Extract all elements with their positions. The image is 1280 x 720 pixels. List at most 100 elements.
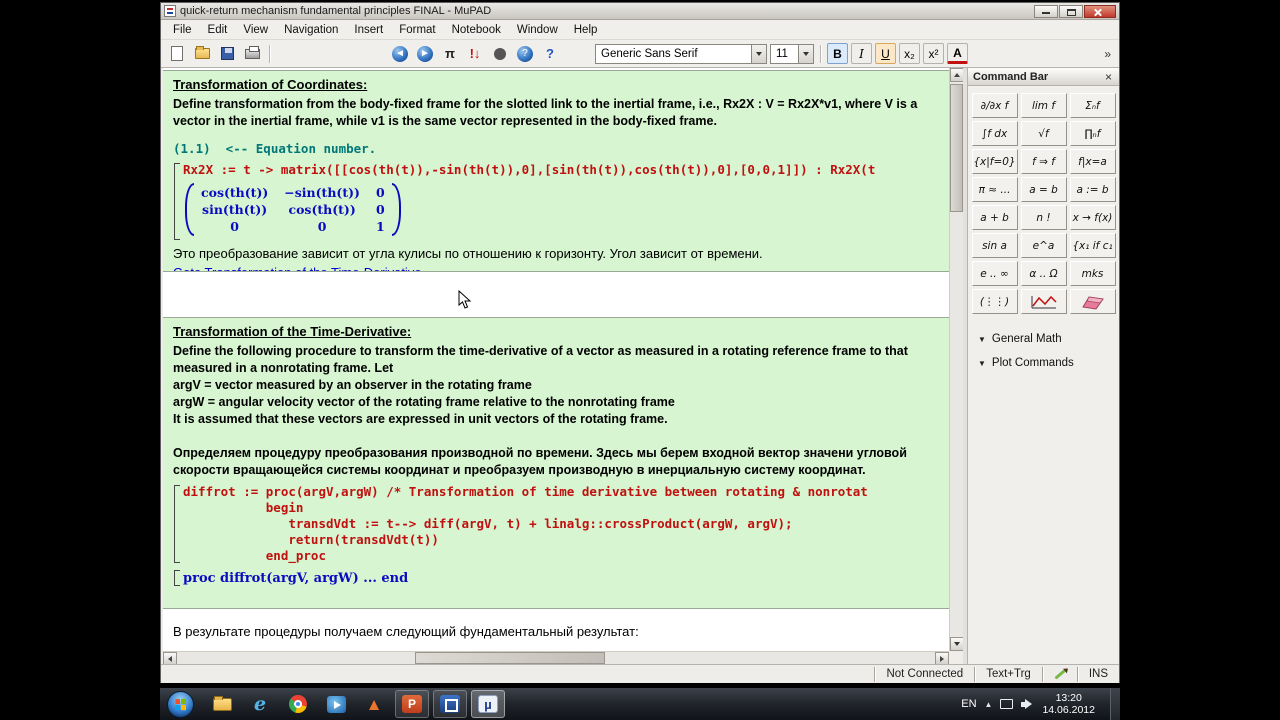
mupad-code-line[interactable]: diffrot := proc(argV,argW) /* Transforma… [183, 484, 941, 500]
new-notebook-button[interactable] [166, 43, 188, 65]
menu-format[interactable]: Format [391, 22, 443, 38]
italic-button[interactable]: I [851, 43, 872, 64]
cmd-evaluate-at-button[interactable]: f|x=a [1069, 149, 1116, 174]
menu-edit[interactable]: Edit [200, 22, 236, 38]
forward-button[interactable]: ► [414, 43, 436, 65]
menu-notebook[interactable]: Notebook [444, 22, 509, 38]
cmd-factorial-button[interactable]: n ! [1020, 205, 1067, 230]
cmd-diff-button[interactable]: ∂/∂x f [971, 93, 1018, 118]
cmd-piecewise-button[interactable]: {x₁ if c₁ [1069, 233, 1116, 258]
mupad-input-code[interactable]: Rx2X := t -> matrix([[cos(th(t)),-sin(th… [183, 162, 941, 178]
menu-view[interactable]: View [235, 22, 276, 38]
matrix-cell: 1 [375, 219, 385, 234]
subscript-button[interactable]: x₂ [899, 43, 920, 64]
taskbar-matlab[interactable]: ▲ [357, 690, 391, 718]
evaluate-symbol-button[interactable]: π [439, 43, 461, 65]
bold-button[interactable]: B [827, 43, 848, 64]
horizontal-scroll-thumb[interactable] [415, 652, 605, 664]
superscript-button[interactable]: x² [923, 43, 944, 64]
scroll-up-button[interactable] [950, 68, 964, 82]
taskbar-media-player[interactable] [319, 690, 353, 718]
menu-navigation[interactable]: Navigation [276, 22, 346, 38]
mupad-code-line[interactable]: end_proc [183, 548, 941, 564]
goto-time-derivative-link[interactable]: Goto Transformation of the Time-Derivati… [173, 265, 425, 271]
cmd-plot2d-button[interactable] [1020, 289, 1067, 314]
captured-screen: quick-return mechanism fundamental princ… [160, 0, 1120, 720]
mupad-code-line[interactable]: begin [183, 500, 941, 516]
cmd-equation-button[interactable]: a = b [1020, 177, 1067, 202]
cmd-function-button[interactable]: x → f(x) [1069, 205, 1116, 230]
font-family-select[interactable]: Generic Sans Serif [595, 43, 767, 64]
cmd-sqrt-button[interactable]: √f [1020, 121, 1067, 146]
hidden-icons-button[interactable]: ▲ [985, 700, 993, 709]
cmd-float-button[interactable]: π ≈ ... [971, 177, 1018, 202]
print-button[interactable] [241, 43, 263, 65]
cmd-integral-button[interactable]: ∫f dx [971, 121, 1018, 146]
mupad-code-line[interactable]: return(transdVdt(t)) [183, 532, 941, 548]
command-bar-header[interactable]: Command Bar × [968, 68, 1119, 86]
input-output-region[interactable]: Rx2X := t -> matrix([[cos(th(t)),-sin(th… [174, 162, 941, 241]
vertical-scroll-thumb[interactable] [950, 84, 963, 212]
font-color-button[interactable]: A [947, 43, 968, 64]
context-help-button[interactable]: ? [539, 43, 561, 65]
maximize-button[interactable] [1059, 4, 1083, 18]
command-bar-close-button[interactable]: × [1103, 71, 1114, 83]
taskbar-internet-explorer[interactable]: e [243, 690, 277, 718]
cmd-exp-button[interactable]: e^a [1020, 233, 1067, 258]
close-button[interactable] [1084, 4, 1116, 18]
taskbar-powerpoint[interactable]: P [395, 690, 429, 718]
cmd-product-button[interactable]: ∏ₙf [1069, 121, 1116, 146]
cmd-operators-button[interactable]: a + b [971, 205, 1018, 230]
open-button[interactable] [191, 43, 213, 65]
back-button[interactable]: ◄ [389, 43, 411, 65]
cmd-units-button[interactable]: mks [1069, 261, 1116, 286]
section-plot-commands[interactable]: ▼ Plot Commands [968, 345, 1119, 369]
language-indicator[interactable]: EN [961, 698, 976, 710]
ie-icon: e [253, 692, 267, 715]
cmd-solve-button[interactable]: {x|f=0} [971, 149, 1018, 174]
toolbar-overflow-button[interactable]: » [1104, 47, 1114, 61]
cmd-greek-button[interactable]: α .. Ω [1020, 261, 1067, 286]
volume-icon[interactable] [1021, 698, 1034, 710]
network-icon[interactable] [1000, 699, 1014, 709]
mupad-window: quick-return mechanism fundamental princ… [160, 2, 1120, 683]
section-general-math[interactable]: ▼ General Math [968, 321, 1119, 345]
underline-button[interactable]: U [875, 43, 896, 64]
tray-clock[interactable]: 13:20 14.06.2012 [1042, 692, 1095, 716]
text-region-coordinates: Transformation of Coordinates: Define tr… [163, 70, 949, 272]
input-region[interactable]: diffrot := proc(argV,argW) /* Transforma… [174, 484, 941, 564]
vertical-scrollbar[interactable] [949, 68, 964, 651]
cmd-constants-button[interactable]: e .. ∞ [971, 261, 1018, 286]
horizontal-scrollbar[interactable] [163, 651, 949, 665]
menu-help[interactable]: Help [566, 22, 606, 38]
scroll-down-button[interactable] [950, 637, 964, 651]
menu-file[interactable]: File [165, 22, 200, 38]
cmd-plot3d-button[interactable] [1069, 289, 1116, 314]
menu-insert[interactable]: Insert [346, 22, 391, 38]
start-button[interactable] [167, 690, 194, 718]
evaluate-button[interactable]: !↓ [464, 43, 486, 65]
show-desktop-button[interactable] [1110, 688, 1120, 720]
stop-button[interactable] [489, 43, 511, 65]
notebook-canvas[interactable]: Transformation of Coordinates: Define tr… [163, 68, 949, 651]
font-size-select[interactable]: 11 [770, 43, 814, 64]
taskbar-blue-app[interactable] [433, 690, 467, 718]
minimize-icon [1042, 11, 1050, 14]
matrix-cell: 0 [317, 219, 327, 234]
minimize-button[interactable] [1034, 4, 1058, 18]
cmd-sin-button[interactable]: sin a [971, 233, 1018, 258]
help-button[interactable]: ? [514, 43, 536, 65]
titlebar[interactable]: quick-return mechanism fundamental princ… [161, 3, 1119, 20]
combo-arrow[interactable] [751, 44, 766, 63]
taskbar-chrome[interactable] [281, 690, 315, 718]
taskbar-explorer[interactable] [205, 690, 239, 718]
menu-window[interactable]: Window [509, 22, 566, 38]
cmd-assign-button[interactable]: a := b [1069, 177, 1116, 202]
cmd-sum-button[interactable]: Σₙf [1069, 93, 1116, 118]
mupad-code-line[interactable]: transdVdt := t--> diff(argV, t) + linalg… [183, 516, 941, 532]
taskbar-mupad[interactable]: µ [471, 690, 505, 718]
cmd-rewrite-button[interactable]: f ⇒ f [1020, 149, 1067, 174]
cmd-limit-button[interactable]: lim f [1020, 93, 1067, 118]
save-button[interactable] [216, 43, 238, 65]
cmd-matrix-button[interactable]: (⋮⋮) [971, 289, 1018, 314]
